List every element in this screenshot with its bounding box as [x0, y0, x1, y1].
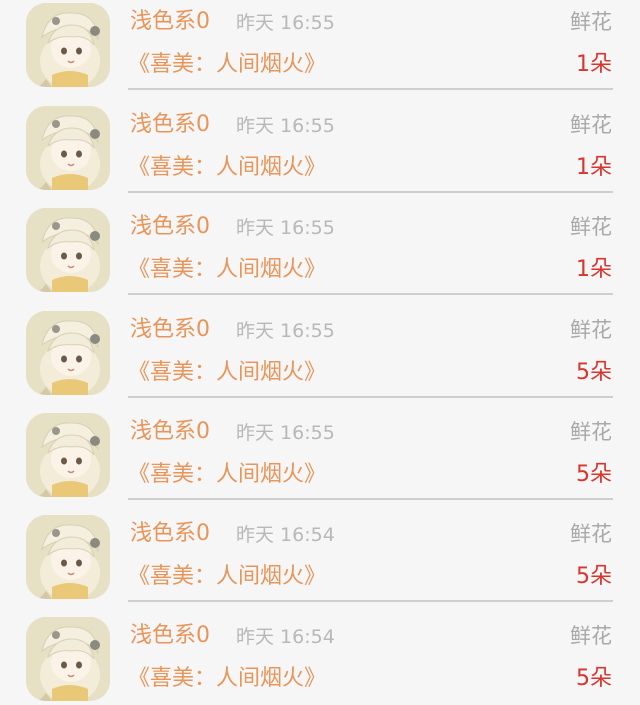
record-content: 浅色系0 昨天 16:55 鲜花 《喜美：人间烟火》 1朵: [128, 103, 613, 193]
gift-amount: 1朵: [576, 52, 612, 77]
gift-amount: 5朵: [576, 360, 612, 385]
user-name[interactable]: 浅色系0: [130, 111, 210, 139]
book-title[interactable]: 《喜美：人间烟火》: [128, 153, 326, 183]
gift-amount: 1朵: [576, 155, 612, 180]
avatar[interactable]: [26, 515, 110, 599]
avatar[interactable]: [26, 617, 110, 701]
user-name[interactable]: 浅色系0: [130, 213, 210, 241]
gift-type: 鲜花: [570, 10, 612, 34]
gift-type: 鲜花: [570, 624, 612, 648]
list-item[interactable]: 浅色系0 昨天 16:55 鲜花 《喜美：人间烟火》 5朵: [0, 410, 640, 512]
avatar[interactable]: [26, 311, 110, 395]
record-time: 昨天 16:54: [236, 626, 335, 648]
record-content: 浅色系0 昨天 16:55 鲜花 《喜美：人间烟火》 5朵: [128, 308, 613, 398]
record-time: 昨天 16:55: [236, 422, 335, 444]
avatar[interactable]: [26, 208, 110, 292]
list-item[interactable]: 浅色系0 昨天 16:55 鲜花 《喜美：人间烟火》 1朵: [0, 205, 640, 307]
record-time: 昨天 16:55: [236, 115, 335, 137]
user-name[interactable]: 浅色系0: [130, 622, 210, 650]
gift-type: 鲜花: [570, 215, 612, 239]
record-time: 昨天 16:55: [236, 217, 335, 239]
user-name[interactable]: 浅色系0: [130, 520, 210, 548]
record-time: 昨天 16:54: [236, 524, 335, 546]
gift-amount: 5朵: [576, 462, 612, 487]
list-item[interactable]: 浅色系0 昨天 16:54 鲜花 《喜美：人间烟火》 5朵: [0, 614, 640, 705]
list-item[interactable]: 浅色系0 昨天 16:55 鲜花 《喜美：人间烟火》 1朵: [0, 0, 640, 102]
gift-amount: 1朵: [576, 257, 612, 282]
gift-type: 鲜花: [570, 318, 612, 342]
book-title[interactable]: 《喜美：人间烟火》: [128, 460, 326, 490]
gift-type: 鲜花: [570, 420, 612, 444]
user-name[interactable]: 浅色系0: [130, 8, 210, 36]
user-name[interactable]: 浅色系0: [130, 316, 210, 344]
record-content: 浅色系0 昨天 16:54 鲜花 《喜美：人间烟火》 5朵: [128, 512, 613, 602]
book-title[interactable]: 《喜美：人间烟火》: [128, 255, 326, 285]
gift-type: 鲜花: [570, 113, 612, 137]
book-title[interactable]: 《喜美：人间烟火》: [128, 358, 326, 388]
record-time: 昨天 16:55: [236, 320, 335, 342]
user-name[interactable]: 浅色系0: [130, 418, 210, 446]
avatar[interactable]: [26, 3, 110, 87]
gift-amount: 5朵: [576, 666, 612, 691]
record-content: 浅色系0 昨天 16:54 鲜花 《喜美：人间烟火》 5朵: [128, 614, 613, 702]
book-title[interactable]: 《喜美：人间烟火》: [128, 664, 326, 694]
list-item[interactable]: 浅色系0 昨天 16:55 鲜花 《喜美：人间烟火》 1朵: [0, 103, 640, 205]
avatar[interactable]: [26, 413, 110, 497]
gift-record-list: 浅色系0 昨天 16:55 鲜花 《喜美：人间烟火》 1朵 浅色系0 昨天 16…: [0, 0, 640, 705]
record-content: 浅色系0 昨天 16:55 鲜花 《喜美：人间烟火》 1朵: [128, 0, 613, 90]
book-title[interactable]: 《喜美：人间烟火》: [128, 50, 326, 80]
list-item[interactable]: 浅色系0 昨天 16:55 鲜花 《喜美：人间烟火》 5朵: [0, 308, 640, 410]
avatar[interactable]: [26, 106, 110, 190]
list-item[interactable]: 浅色系0 昨天 16:54 鲜花 《喜美：人间烟火》 5朵: [0, 512, 640, 614]
record-content: 浅色系0 昨天 16:55 鲜花 《喜美：人间烟火》 1朵: [128, 205, 613, 295]
gift-amount: 5朵: [576, 564, 612, 589]
record-time: 昨天 16:55: [236, 12, 335, 34]
gift-type: 鲜花: [570, 522, 612, 546]
record-content: 浅色系0 昨天 16:55 鲜花 《喜美：人间烟火》 5朵: [128, 410, 613, 500]
book-title[interactable]: 《喜美：人间烟火》: [128, 562, 326, 592]
